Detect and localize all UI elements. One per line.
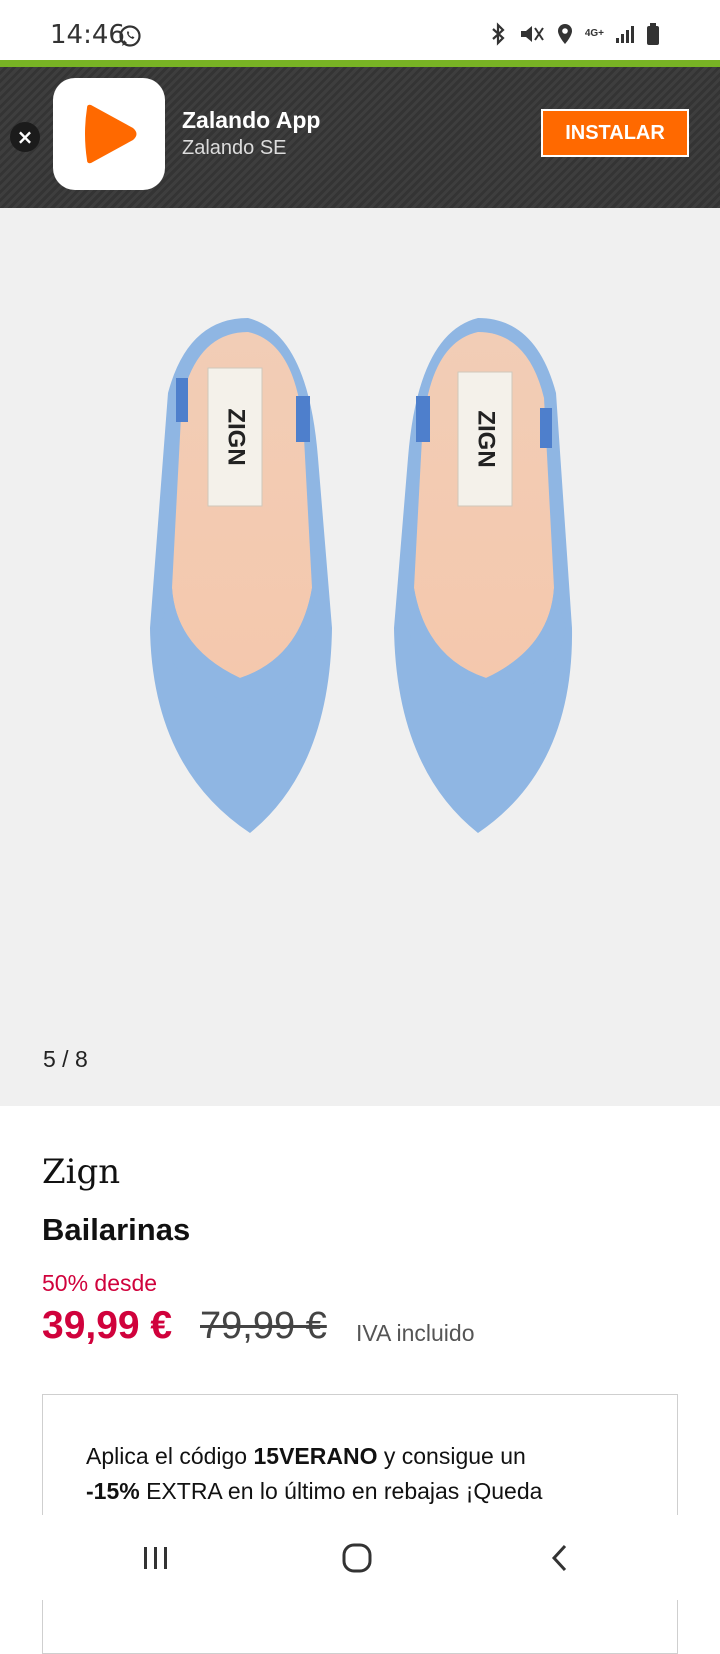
recent-apps-button[interactable] [96,1515,216,1600]
accent-strip [0,60,720,67]
vat-label: IVA incluido [356,1320,475,1346]
back-button[interactable] [500,1515,620,1600]
promo-text-part: Aplica el código [86,1443,254,1469]
vibrate-mute-icon [520,26,544,42]
promo-text: Aplica el código 15VERANO y consigue un … [86,1439,646,1509]
location-icon [557,24,572,44]
product-image-gallery[interactable]: ZIGN ZIGN 5 / 8 [0,208,720,1106]
home-icon [342,1543,372,1572]
whatsapp-icon [118,24,142,53]
bluetooth-icon [492,22,505,46]
insole-label-right: ZIGN [473,410,500,467]
network-type: 4G+ [584,28,604,39]
home-button[interactable] [297,1515,417,1600]
promo-text-part: y consigue un [377,1443,526,1469]
current-price: 39,99 € [42,1304,173,1347]
app-install-banner: × Zalando App Zalando SE INSTALAR [0,67,720,208]
insole-label-left: ZIGN [223,408,250,465]
promo-code: 15VERANO [253,1443,378,1469]
back-icon [551,1544,567,1571]
banner-app-name: Zalando App [182,107,321,133]
original-price: 79,99 € [200,1305,327,1347]
battery-icon [647,23,659,45]
install-button[interactable]: INSTALAR [541,109,689,157]
zalando-app-icon [53,78,165,190]
right-shoe [394,318,573,833]
system-nav-bar [0,1515,720,1600]
recent-apps-icon [144,1546,167,1569]
status-icons: 4G+ [489,22,660,46]
close-banner-button[interactable]: × [10,122,40,152]
discount-label: 50% desde [42,1270,158,1296]
status-bar: 14:46 4G+ [0,0,720,62]
image-counter: 5 / 8 [43,1046,88,1072]
left-shoe [150,318,332,833]
promo-extra: -15% [86,1478,140,1504]
promo-text-part: EXTRA en lo último en rebajas ¡Queda [139,1478,543,1504]
product-name: Bailarinas [42,1212,191,1247]
signal-icon [616,26,634,43]
product-image[interactable]: ZIGN ZIGN [0,208,720,1048]
product-brand[interactable]: Zign [42,1152,120,1192]
status-time: 14:46 [50,20,125,50]
banner-developer: Zalando SE [182,137,287,159]
